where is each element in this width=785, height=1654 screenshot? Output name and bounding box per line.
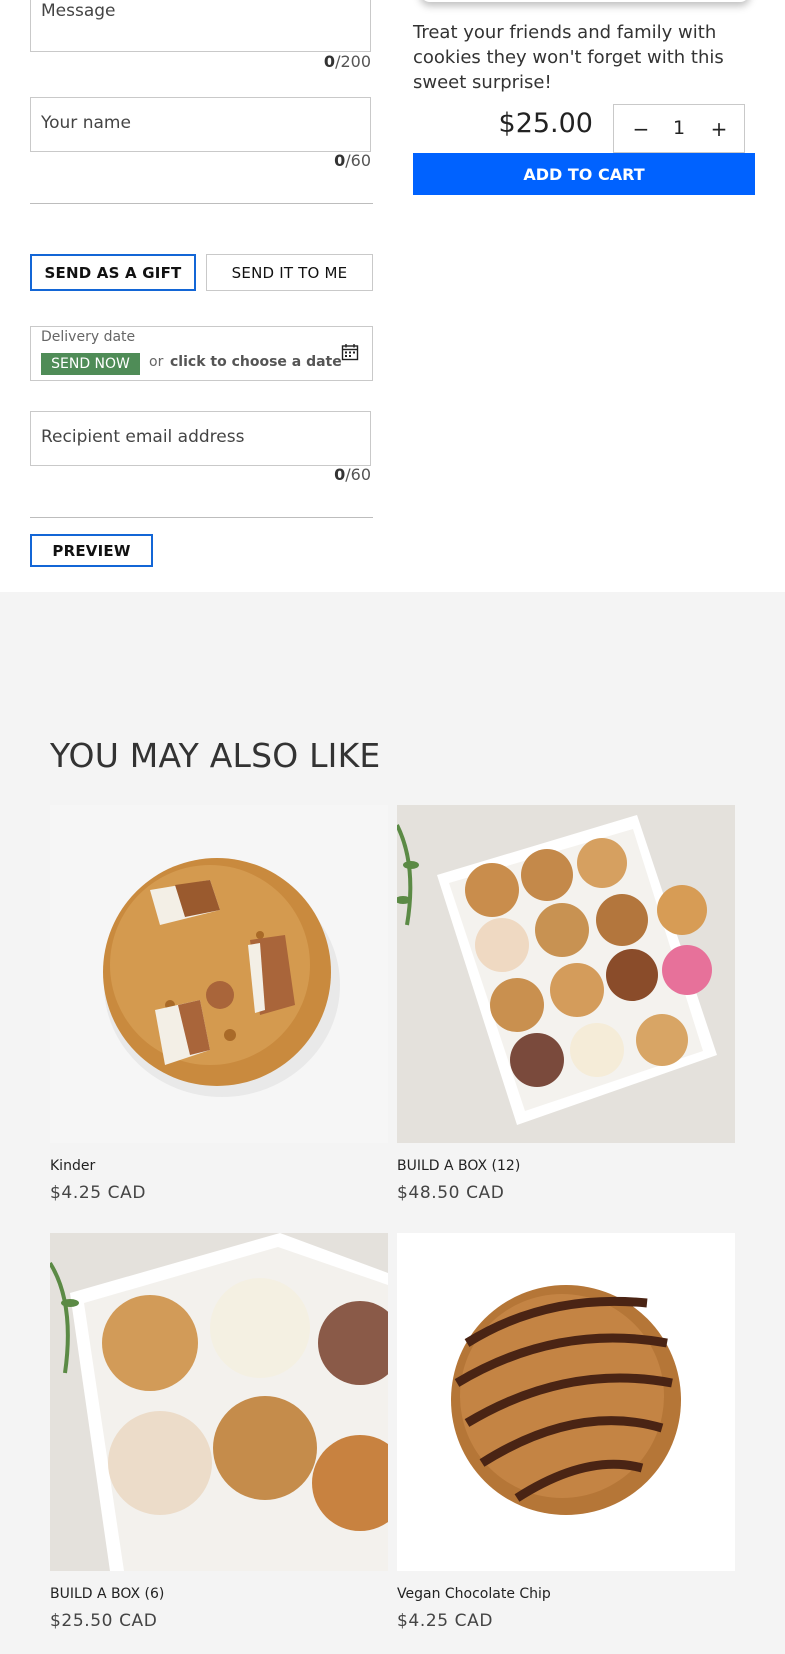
email-max: /60 [345, 465, 371, 484]
product-card[interactable]: BUILD A BOX (12) $48.50 CAD [397, 805, 735, 1205]
your-name-field[interactable]: Your name [30, 97, 371, 152]
image-card-edge [420, 0, 750, 2]
add-to-cart-button[interactable]: ADD TO CART [413, 153, 755, 195]
name-counter: 0/60 [334, 151, 371, 170]
quantity-stepper: − 1 + [613, 104, 745, 153]
calendar-icon[interactable] [341, 343, 359, 361]
or-label: or [149, 354, 164, 370]
name-count: 0 [334, 151, 346, 170]
section-title: YOU MAY ALSO LIKE [50, 736, 381, 775]
send-as-gift-button[interactable]: SEND AS A GIFT [30, 254, 196, 291]
product-price: $4.25 CAD [397, 1611, 494, 1631]
product-description: Treat your friends and family with cooki… [413, 22, 724, 93]
preview-button[interactable]: PREVIEW [30, 534, 153, 567]
message-max: /200 [335, 52, 371, 71]
product-image[interactable] [397, 805, 735, 1143]
product-price: $25.50 CAD [50, 1611, 158, 1631]
product-price: $48.50 CAD [397, 1183, 505, 1203]
recipient-email-field[interactable]: Recipient email address [30, 411, 371, 466]
kinder-cookie-image [103, 858, 340, 1097]
name-max: /60 [345, 151, 371, 170]
box-of-6-image [50, 1233, 388, 1571]
recommendations-section: YOU MAY ALSO LIKE Kinder $4.25 CAD BUILD… [0, 592, 785, 1654]
product-name[interactable]: Kinder [50, 1158, 95, 1174]
product-name[interactable]: BUILD A BOX (6) [50, 1586, 164, 1602]
send-it-to-me-button[interactable]: SEND IT TO ME [206, 254, 373, 291]
message-count: 0 [323, 52, 336, 71]
product-image[interactable] [50, 805, 388, 1143]
quantity-decrease-button[interactable]: − [626, 115, 656, 143]
divider [30, 203, 373, 204]
quantity-increase-button[interactable]: + [704, 115, 734, 143]
email-counter: 0/60 [334, 465, 371, 484]
your-name-placeholder: Your name [41, 113, 131, 133]
product-name[interactable]: BUILD A BOX (12) [397, 1158, 520, 1174]
vegan-chocolate-chip-image [451, 1285, 681, 1515]
email-count: 0 [334, 465, 346, 484]
choose-date-link[interactable]: click to choose a date [170, 354, 342, 370]
product-card[interactable]: Kinder $4.25 CAD [50, 805, 388, 1205]
product-card[interactable]: Vegan Chocolate Chip $4.25 CAD [397, 1233, 735, 1633]
box-of-12-image [397, 805, 735, 1143]
message-field[interactable]: Message [30, 0, 371, 52]
delivery-date-picker[interactable]: Delivery date SEND NOW or click to choos… [30, 326, 373, 381]
message-placeholder: Message [41, 1, 116, 21]
message-counter: 0/200 [324, 52, 371, 71]
product-price: $4.25 CAD [50, 1183, 147, 1203]
product-name[interactable]: Vegan Chocolate Chip [397, 1586, 551, 1602]
recipient-email-placeholder: Recipient email address [41, 427, 245, 447]
quantity-value[interactable]: 1 [664, 117, 694, 139]
product-image[interactable] [50, 1233, 388, 1571]
product-card[interactable]: BUILD A BOX (6) $25.50 CAD [50, 1233, 388, 1633]
send-now-button[interactable]: SEND NOW [41, 353, 140, 375]
divider [30, 517, 373, 518]
delivery-date-label: Delivery date [41, 329, 136, 345]
product-price: $25.00 [498, 108, 593, 139]
product-image[interactable] [397, 1233, 735, 1571]
product-options-area: Message 0/200 Your name 0/60 SEND AS A G… [0, 0, 785, 592]
